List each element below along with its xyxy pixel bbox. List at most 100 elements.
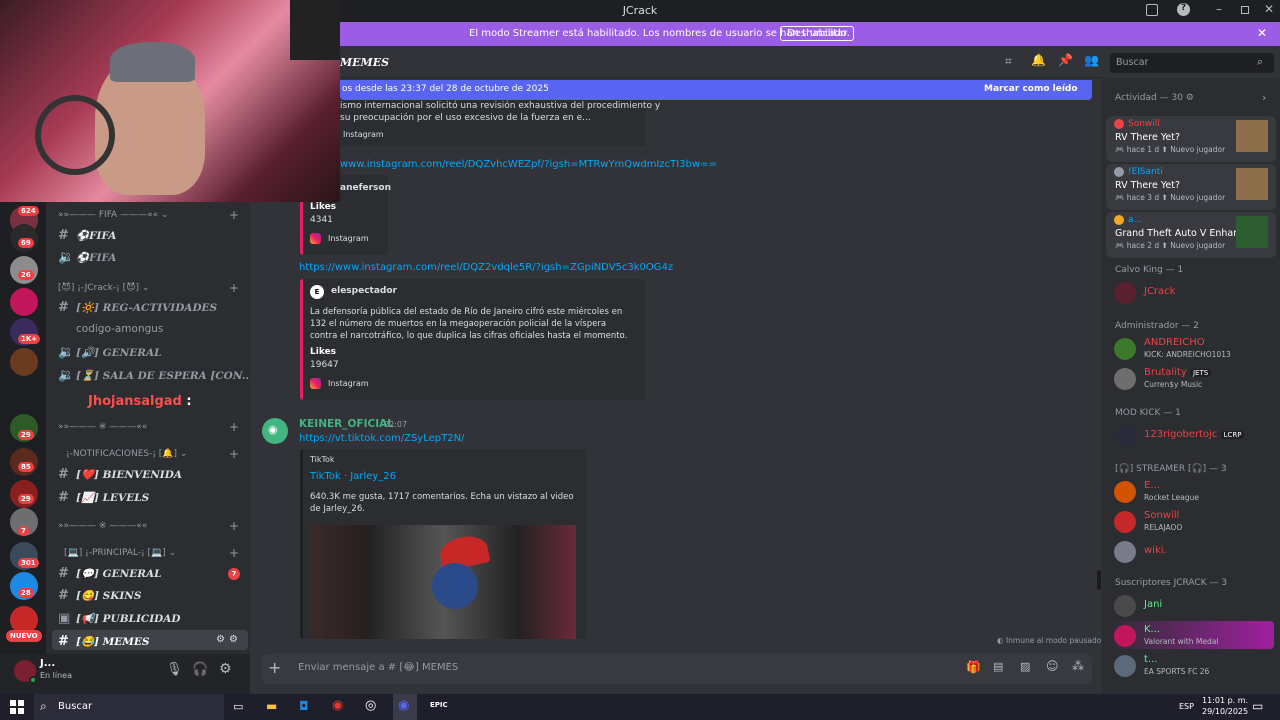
disable-streamer-button[interactable]: Deshabilitar [780, 26, 855, 41]
add-channel-icon[interactable]: + [229, 281, 239, 295]
task-view-icon[interactable]: ▭ [233, 700, 243, 713]
message-link[interactable]: https://vt.tiktok.com/ZSyLepT2N/ [299, 433, 464, 444]
upload-plus-icon[interactable]: + [268, 658, 281, 677]
embed-title-link[interactable]: TikTok · Jarley_26 [310, 471, 396, 482]
overlay-chat-line: Jhojansalgad : [6, 394, 192, 409]
member-item[interactable]: wiki. [1114, 539, 1274, 565]
announcement-icon: ▣ [58, 611, 71, 626]
search-icon[interactable]: ⌕ [1257, 55, 1263, 69]
add-channel-icon[interactable]: + [229, 420, 239, 434]
message-link[interactable]: https://www.instagram.com/reel/DQZ2vdqle… [299, 262, 673, 273]
outlook-icon[interactable]: ◘ [299, 699, 309, 713]
server-badge: 1K+ [18, 334, 41, 344]
pin-icon[interactable]: 📌 [1058, 53, 1073, 67]
sticker-icon[interactable]: ▨ [1020, 660, 1030, 673]
member-item[interactable]: JCrack [1114, 280, 1274, 306]
search-input[interactable]: Buscar [1116, 57, 1148, 68]
taskbar-search[interactable]: ⌕ Buscar [34, 694, 224, 720]
discord-taskbar-item[interactable]: ◉ [393, 694, 417, 720]
close-icon[interactable]: ✕ [1264, 2, 1274, 16]
category-fifa[interactable]: »»——— FIFA ———«« ⌄ [58, 210, 248, 220]
username[interactable]: J... [40, 658, 55, 669]
add-channel-icon[interactable]: + [229, 208, 239, 222]
gif-icon[interactable]: ▤ [993, 660, 1003, 673]
channel-publicidad[interactable]: ▣ [📢] PUBLICIDAD [58, 611, 248, 631]
obs-icon[interactable]: ◎ [365, 698, 376, 713]
clock-time[interactable]: 11:01 p. m. [1202, 696, 1248, 705]
message-author[interactable]: KEINER_OFICIAL [299, 418, 394, 430]
server-icon[interactable] [10, 348, 38, 376]
member-item[interactable]: Brutality JETS Curren$y Music [1114, 366, 1274, 392]
embed-text: ismo internacional solicitó una revisión… [340, 101, 661, 111]
add-channel-icon[interactable]: + [229, 447, 239, 461]
member-item[interactable]: 123rigobertojc LCRP [1114, 423, 1274, 449]
category-notif[interactable]: ¡-NOTIFICACIONES-¡ [🔔] ⌄ [66, 449, 256, 459]
category-principal[interactable]: [💻] ¡-PRINCIPAL-¡ [💻] ⌄ [64, 548, 254, 558]
server-icon[interactable] [10, 288, 38, 316]
help-icon[interactable]: ? [1177, 3, 1190, 16]
maximize-icon[interactable] [1241, 6, 1249, 14]
banner-close-icon[interactable]: ✕ [1257, 26, 1267, 40]
headphones-icon[interactable]: 🎧 [192, 662, 208, 677]
epic-games-icon[interactable]: EPIC [430, 701, 448, 709]
add-channel-icon[interactable]: + [229, 546, 239, 560]
message-composer[interactable]: + Enviar mensaje a # [😂] MEMES 🎁 ▤ ▨ ☺ ⁂ [262, 654, 1092, 684]
activity-tag: Nuevo jugador [1170, 241, 1226, 250]
inbox-icon[interactable] [1146, 4, 1158, 16]
minimize-icon[interactable]: – [1216, 2, 1222, 16]
member-item[interactable]: Jani [1114, 593, 1274, 619]
mark-read-button[interactable]: Marcar como leído [984, 84, 1078, 94]
member-status: KICK: ANDREICHO1013 [1144, 350, 1231, 359]
member-item[interactable]: Sonwill RELAJAOO [1114, 509, 1274, 535]
invite-icon[interactable]: ⚙ [216, 634, 225, 645]
microphone-icon[interactable]: 🎙 [166, 662, 183, 677]
members-icon[interactable]: 👥 [1084, 53, 1099, 67]
windows-start-icon[interactable] [10, 700, 24, 714]
channel-among[interactable]: codigo-amongus [58, 323, 248, 343]
clock-date[interactable]: 29/10/2025 [1202, 707, 1248, 716]
chrome-icon[interactable]: ◉ [332, 698, 343, 713]
gift-icon[interactable]: 🎁 [966, 660, 981, 674]
member-item[interactable]: t... EA SPORTS FC 26 [1114, 653, 1274, 679]
channel-levels[interactable]: # [📈] LEVELS [58, 490, 248, 510]
channel-bienvenida[interactable]: # [❤️] BIENVENIDA [58, 467, 248, 487]
video-thumbnail[interactable] [310, 525, 576, 639]
threads-icon[interactable]: ⌗ [1005, 54, 1012, 69]
apps-icon[interactable]: ⁂ [1072, 659, 1084, 673]
embed-author[interactable]: elespectador [331, 286, 397, 296]
member-item[interactable]: E... Rocket League [1114, 479, 1274, 505]
channel-general[interactable]: # [💬] GENERAL [58, 566, 248, 586]
channel-reg[interactable]: # [🔆] REG-ACTIVIDADES [58, 300, 248, 320]
channel-label: [📢] PUBLICIDAD [76, 613, 181, 625]
file-explorer-icon[interactable]: ▬ [266, 699, 277, 713]
user-settings-icon[interactable]: ⚙ [219, 661, 232, 677]
search-box[interactable]: Buscar ⌕ [1110, 53, 1274, 73]
notifications-icon[interactable]: ▭ [1252, 699, 1263, 713]
add-channel-icon[interactable]: + [229, 519, 239, 533]
channel-fifa-text[interactable]: # ⚽FIFA [58, 228, 248, 248]
chevron-right-icon[interactable]: › [1262, 91, 1266, 104]
avatar[interactable]: ◉ [262, 418, 288, 444]
message-link[interactable]: www.instagram.com/reel/DQZvhcWEZpf/?igsh… [340, 159, 717, 170]
channel-general-voice[interactable]: 🔉 [🔊] GENERAL [58, 345, 248, 365]
bell-icon[interactable]: 🔔 [1031, 53, 1046, 67]
member-list: Actividad — 30 ⚙ › Sonwill RV There Yet?… [1102, 78, 1280, 694]
message-input[interactable]: Enviar mensaje a # [😂] MEMES [298, 662, 458, 673]
category-jcrack[interactable]: [😈] ¡-JCrack-¡ [😈] ⌄ [58, 283, 248, 293]
cap-shape [110, 42, 195, 82]
embed-provider: TikTok [310, 455, 335, 464]
settings-icon[interactable]: ⚙ [229, 634, 238, 645]
channel-skins[interactable]: # [😋] SKINS [58, 588, 248, 608]
member-item[interactable]: ANDREICHO KICK: ANDREICHO1013 [1114, 336, 1274, 362]
scrollbar[interactable] [1097, 570, 1101, 590]
input-language[interactable]: ESP [1179, 702, 1194, 711]
channel-fifa-voice[interactable]: 🔉 ⚽FIFA [58, 250, 248, 270]
discord-icon: ◉ [268, 423, 278, 436]
member-item[interactable]: K... Valorant with Medal [1114, 623, 1274, 649]
embed-author[interactable]: aneferson [340, 183, 391, 193]
channel-label: [😂] MEMES [76, 636, 150, 648]
channel-espera[interactable]: 🔉 [⏳] SALA DE ESPERA [CON... [58, 368, 253, 388]
new-messages-bar[interactable]: os desde las 23:37 del 28 de octubre de … [340, 80, 1092, 100]
hash-icon: # [58, 566, 69, 581]
emoji-icon[interactable]: ☺ [1046, 659, 1059, 673]
